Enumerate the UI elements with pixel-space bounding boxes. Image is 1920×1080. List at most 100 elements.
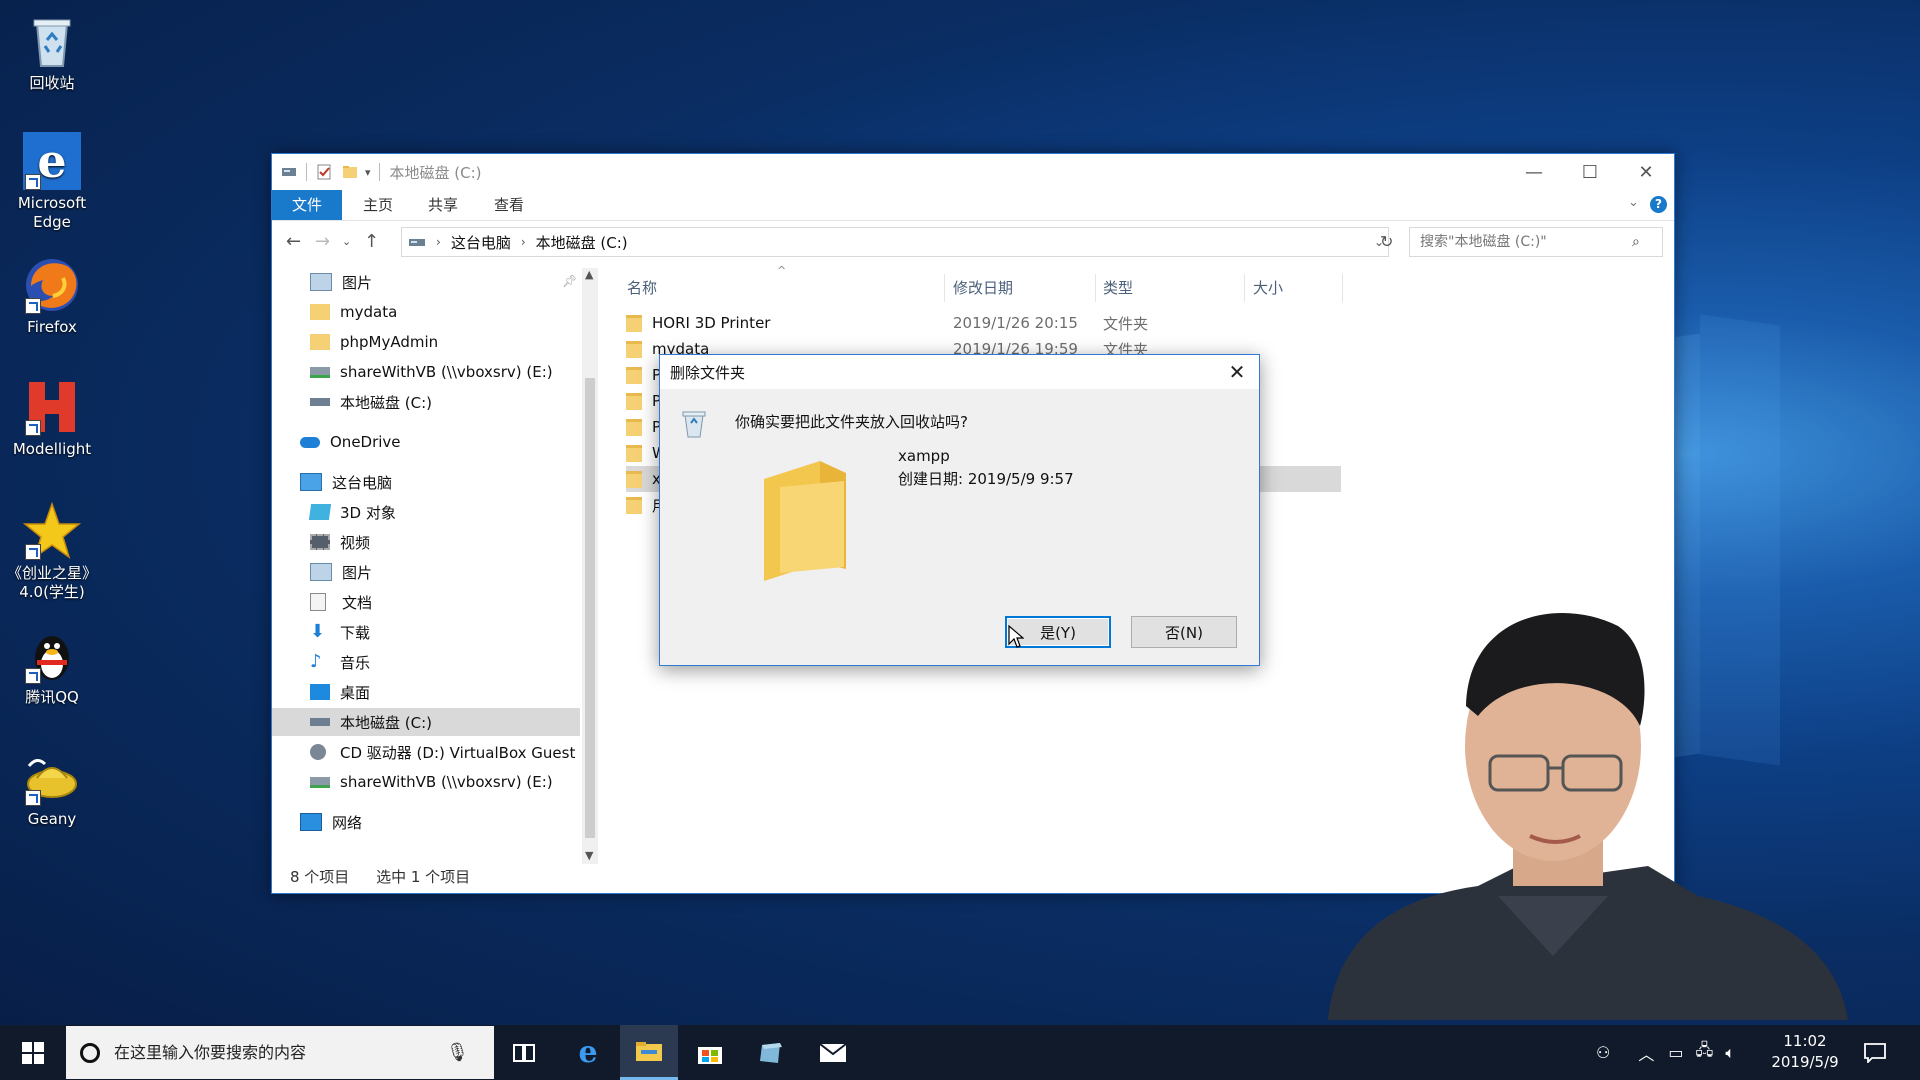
column-header-type[interactable]: 类型 [1103, 274, 1133, 302]
new-folder-icon[interactable] [341, 163, 359, 181]
desktop-icon-label: Geany [27, 810, 77, 828]
column-header-name[interactable]: 名称 [627, 274, 657, 302]
search-icon[interactable]: ⌕ [1632, 234, 1640, 250]
nav-item-music[interactable]: ♪ 音乐 [310, 648, 370, 676]
address-row: ← → ⌄ ↑ › 这台电脑 › 本地磁盘 (C:) ⌄ ↻ ⌕ [272, 221, 1674, 261]
back-arrow-icon[interactable]: ← [286, 231, 301, 252]
nav-item-label: OneDrive [330, 433, 401, 451]
ribbon-expand-icon[interactable]: ⌄ [1628, 195, 1639, 210]
desktop-icon-firefox[interactable]: Firefox [6, 256, 98, 337]
desktop-icon-qq[interactable]: 腾讯QQ [6, 626, 98, 707]
nav-item-onedrive[interactable]: OneDrive [300, 428, 401, 456]
search-input[interactable] [1418, 233, 1632, 251]
nav-item-local-disk-quick[interactable]: 本地磁盘 (C:) [310, 388, 432, 416]
taskbar-mail-button[interactable] [804, 1025, 862, 1080]
column-separator[interactable] [944, 274, 945, 302]
nav-item-network[interactable]: 网络 [300, 808, 362, 836]
nav-item-share-drive[interactable]: shareWithVB (\\vboxsrv) (E:) [310, 358, 553, 386]
cortana-circle-icon [80, 1042, 100, 1063]
refresh-icon[interactable]: ↻ [1380, 232, 1393, 251]
nav-item-label: 图片 [342, 563, 373, 582]
quick-access-dropdown-icon[interactable]: ▾ [365, 166, 371, 179]
taskbar-app-button[interactable] [742, 1025, 800, 1080]
nav-item-documents[interactable]: 文档 [310, 588, 372, 616]
column-separator[interactable] [1095, 274, 1096, 302]
nav-item-this-pc[interactable]: 这台电脑 [300, 468, 392, 496]
desktop-icon-edge[interactable]: e Microsoft Edge [6, 132, 98, 232]
nav-item-downloads[interactable]: ⬇ 下载 [310, 618, 370, 646]
tab-view[interactable]: 查看 [483, 190, 535, 220]
up-arrow-icon[interactable]: ↑ [364, 231, 379, 252]
breadcrumb-this-pc[interactable]: 这台电脑 [451, 232, 511, 253]
recent-locations-icon[interactable]: ⌄ [342, 235, 351, 248]
address-bar[interactable]: › 这台电脑 › 本地磁盘 (C:) ⌄ [401, 227, 1389, 257]
pin-icon[interactable]: 📌︎ [562, 274, 577, 288]
scroll-down-icon[interactable]: ▼ [585, 849, 593, 862]
nav-item-phpmyadmin[interactable]: phpMyAdmin [310, 328, 438, 356]
nav-item-videos[interactable]: 视频 [310, 528, 370, 556]
nav-scrollbar-thumb[interactable] [585, 378, 595, 838]
large-folder-icon [764, 461, 846, 581]
desktop-icon-modellight[interactable]: Modellight [6, 378, 98, 459]
taskbar-edge-button[interactable]: e [559, 1025, 617, 1080]
nav-item-label: phpMyAdmin [340, 333, 439, 351]
nav-item-pictures-quick[interactable]: 图片 [310, 268, 372, 296]
help-icon[interactable]: ? [1650, 196, 1667, 213]
nav-item-local-disk[interactable]: 本地磁盘 (C:) [272, 708, 580, 736]
volume-icon[interactable]: 🔈︎ [1725, 1043, 1735, 1063]
taskbar-clock[interactable]: 11:02 2019/5/9 [1770, 1031, 1840, 1073]
scroll-up-icon[interactable]: ▲ [585, 268, 593, 281]
nav-item-pictures[interactable]: 图片 [310, 558, 372, 586]
nav-item-label: 文档 [342, 593, 373, 612]
search-box[interactable]: ⌕ [1409, 227, 1663, 257]
drive-icon [409, 239, 425, 246]
taskbar-search-box[interactable]: 🎙︎ [66, 1026, 494, 1079]
nav-item-cd-drive[interactable]: CD 驱动器 (D:) VirtualBox Guest A [310, 738, 580, 766]
column-header-date[interactable]: 修改日期 [953, 274, 1013, 302]
network-icon[interactable]: 🖧︎ [1695, 1039, 1713, 1066]
dialog-close-button[interactable]: ✕ [1221, 357, 1253, 387]
desktop-icon-recycle-bin[interactable]: 回收站 [6, 12, 98, 93]
document-icon [310, 593, 326, 611]
close-window-button[interactable]: ✕ [1618, 154, 1674, 190]
task-view-button[interactable] [495, 1025, 553, 1080]
show-hidden-icons-chevron-icon[interactable]: ︿ [1638, 1041, 1654, 1065]
taskbar-store-button[interactable] [681, 1025, 739, 1080]
properties-icon[interactable] [315, 163, 333, 181]
file-row[interactable]: HORI 3D Printer 2019/1/26 20:15 文件夹 [626, 310, 1341, 336]
cloud-icon [300, 436, 320, 448]
folder-icon [310, 334, 330, 350]
nav-item-desktop[interactable]: 桌面 [310, 678, 370, 706]
taskbar-file-explorer-button[interactable] [620, 1025, 678, 1080]
minimize-button[interactable]: — [1506, 154, 1562, 190]
nav-item-3d-objects[interactable]: 3D 对象 [308, 498, 396, 526]
people-icon[interactable]: ⚇ [1596, 1043, 1610, 1062]
pictures-icon [310, 563, 332, 581]
column-header-size[interactable]: 大小 [1253, 274, 1283, 302]
cube-icon [308, 504, 332, 520]
tab-file[interactable]: 文件 [272, 190, 342, 220]
tab-share[interactable]: 共享 [417, 190, 469, 220]
microphone-icon[interactable]: 🎙︎ [446, 1042, 469, 1063]
forward-arrow-icon[interactable]: → [315, 231, 330, 252]
breadcrumb-local-disk[interactable]: 本地磁盘 (C:) [536, 232, 628, 253]
nav-item-mydata[interactable]: mydata [310, 298, 397, 326]
folder-icon [626, 444, 642, 462]
start-button[interactable] [4, 1025, 62, 1080]
taskbar-search-input[interactable] [112, 1042, 446, 1063]
nav-item-share-drive-2[interactable]: shareWithVB (\\vboxsrv) (E:) [310, 768, 553, 796]
no-button[interactable]: 否(N) [1131, 616, 1237, 648]
dialog-titlebar: 删除文件夹 [660, 355, 1259, 389]
column-separator[interactable] [1342, 274, 1343, 302]
battery-icon[interactable]: ▭ [1668, 1043, 1683, 1062]
desktop-icon-startup-star[interactable]: 《创业之星》4.0(学生) [6, 501, 98, 602]
tab-home[interactable]: 主页 [352, 190, 404, 220]
desktop-icon-geany[interactable]: Geany [6, 748, 98, 829]
nav-item-label: 3D 对象 [340, 503, 396, 522]
nav-item-label: 图片 [342, 273, 373, 292]
maximize-button[interactable]: ☐ [1562, 154, 1618, 190]
column-separator[interactable] [1244, 274, 1245, 302]
nav-scrollbar[interactable]: ▲ ▼ [582, 268, 598, 864]
desktop-icon-label: Modellight [12, 440, 92, 458]
action-center-button[interactable] [1846, 1025, 1904, 1080]
